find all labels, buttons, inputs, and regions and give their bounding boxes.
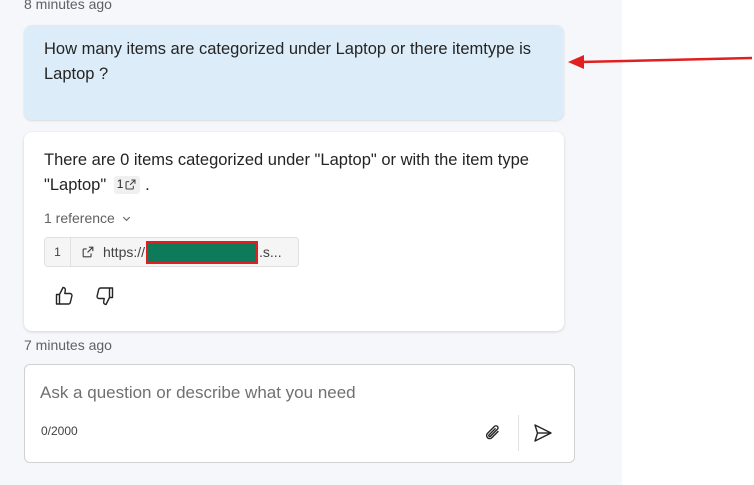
message-composer: 0/2000 <box>24 364 575 463</box>
chevron-down-icon <box>122 216 130 221</box>
message-input[interactable] <box>40 383 540 403</box>
message-timestamp: 7 minutes ago <box>24 337 112 353</box>
references-toggle-label: 1 reference <box>44 210 115 226</box>
send-icon <box>534 424 552 442</box>
reference-url: https:// .s... <box>103 240 282 264</box>
user-message-bubble: How many items are categorized under Lap… <box>24 25 564 120</box>
reference-number: 1 <box>45 238 71 266</box>
like-button[interactable] <box>50 282 78 310</box>
trailing-punctuation: . <box>145 176 150 194</box>
chat-panel: 8 minutes ago How many items are categor… <box>0 0 622 485</box>
dislike-button[interactable] <box>91 282 119 310</box>
reference-url-prefix: https:// <box>103 244 146 260</box>
bot-response-card: There are 0 items categorized under "Lap… <box>24 132 564 331</box>
citation-number: 1 <box>116 177 124 191</box>
external-link-icon <box>82 246 94 258</box>
external-link-icon <box>125 179 136 190</box>
redaction-box <box>146 240 259 264</box>
bot-response-text-block: There are 0 items categorized under "Lap… <box>44 148 544 198</box>
attach-button[interactable] <box>481 421 505 445</box>
thumbs-up-icon <box>55 286 73 305</box>
reference-url-suffix: .s... <box>259 244 282 260</box>
send-button[interactable] <box>531 421 555 445</box>
message-timestamp: 8 minutes ago <box>24 0 112 12</box>
user-message-text: How many items are categorized under Lap… <box>44 40 531 83</box>
reference-link-chip[interactable]: 1 https:// .s... <box>44 237 299 267</box>
character-counter: 0/2000 <box>41 424 78 438</box>
paperclip-icon <box>485 425 499 440</box>
composer-divider <box>518 415 519 451</box>
citation-badge[interactable]: 1 <box>113 175 141 194</box>
references-toggle[interactable]: 1 reference <box>44 210 132 226</box>
annotation-arrow <box>568 55 753 69</box>
thumbs-down-icon <box>96 287 114 306</box>
